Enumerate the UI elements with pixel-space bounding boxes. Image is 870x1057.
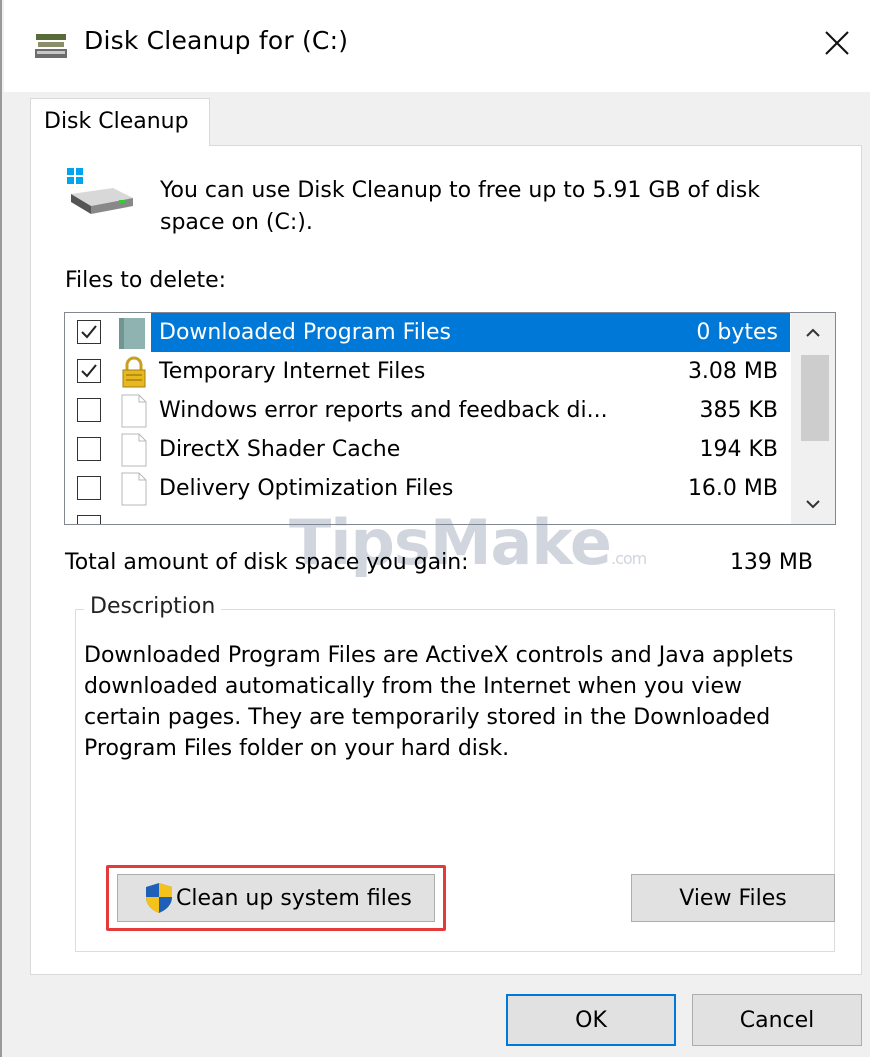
disk-cleanup-icon (35, 34, 67, 58)
clean-up-system-files-button[interactable]: Clean up system files (117, 874, 435, 922)
file-name: Temporary Internet Files (159, 359, 426, 384)
ok-button[interactable]: OK (506, 994, 676, 1046)
list-item[interactable]: Temporary Internet Files 3.08 MB (65, 352, 790, 391)
file-size: 194 KB (699, 437, 778, 462)
file-size: 385 KB (699, 398, 778, 423)
close-button[interactable] (802, 8, 870, 78)
checkbox[interactable] (77, 515, 101, 524)
check-icon (81, 364, 97, 378)
window-title: Disk Cleanup for (C:) (84, 26, 349, 55)
file-name: Windows error reports and feedback di... (159, 398, 608, 423)
check-icon (81, 325, 97, 339)
drive-icon (67, 168, 133, 214)
files-list[interactable]: Downloaded Program Files 0 bytes Tempora… (64, 312, 836, 525)
file-size: 16.0 MB (687, 476, 778, 501)
checkbox[interactable] (77, 359, 101, 383)
checkbox[interactable] (77, 398, 101, 422)
file-icon (121, 472, 147, 506)
cancel-button[interactable]: Cancel (692, 994, 862, 1046)
list-item[interactable]: Delivery Optimization Files 16.0 MB (65, 469, 790, 508)
lock-icon (122, 356, 146, 388)
intro-text: You can use Disk Cleanup to free up to 5… (160, 178, 760, 235)
scroll-down-button[interactable] (791, 484, 835, 524)
folder-icon (119, 318, 145, 349)
description-text: Downloaded Program Files are ActiveX con… (84, 643, 794, 761)
file-name: Delivery Optimization Files (159, 476, 454, 501)
file-icon (121, 433, 147, 467)
file-icon (121, 394, 147, 428)
total-space-value: 139 MB (729, 550, 813, 575)
list-scrollbar[interactable] (791, 313, 835, 524)
scroll-thumb[interactable] (801, 355, 829, 441)
checkbox[interactable] (77, 320, 101, 344)
files-to-delete-label: Files to delete: (65, 268, 227, 293)
list-item[interactable]: Windows error reports and feedback di...… (65, 391, 790, 430)
file-name: Downloaded Program Files (159, 320, 451, 345)
disk-cleanup-window: Disk Cleanup for (C:) Disk Cleanup You c… (0, 0, 870, 1057)
description-group: Description Downloaded Program Files are… (75, 594, 835, 952)
title-bar: Disk Cleanup for (C:) (4, 0, 870, 92)
clean-up-label: Clean up system files (176, 885, 412, 911)
total-space-label: Total amount of disk space you gain: (65, 550, 469, 575)
checkbox[interactable] (77, 476, 101, 500)
chevron-down-icon (806, 500, 820, 509)
file-name: DirectX Shader Cache (159, 437, 401, 462)
tab-panel: You can use Disk Cleanup to free up to 5… (30, 145, 862, 975)
view-files-button[interactable]: View Files (631, 874, 835, 922)
tab-disk-cleanup[interactable]: Disk Cleanup (30, 98, 210, 146)
scroll-up-button[interactable] (791, 313, 835, 353)
close-icon (825, 31, 849, 55)
description-legend: Description (84, 594, 222, 619)
list-item[interactable]: Downloaded Program Files 0 bytes (65, 313, 790, 352)
shield-icon (146, 883, 172, 913)
list-item[interactable]: DirectX Shader Cache 194 KB (65, 430, 790, 469)
file-size: 3.08 MB (687, 359, 778, 384)
file-size: 0 bytes (696, 320, 778, 345)
chevron-up-icon (806, 328, 820, 337)
checkbox[interactable] (77, 437, 101, 461)
